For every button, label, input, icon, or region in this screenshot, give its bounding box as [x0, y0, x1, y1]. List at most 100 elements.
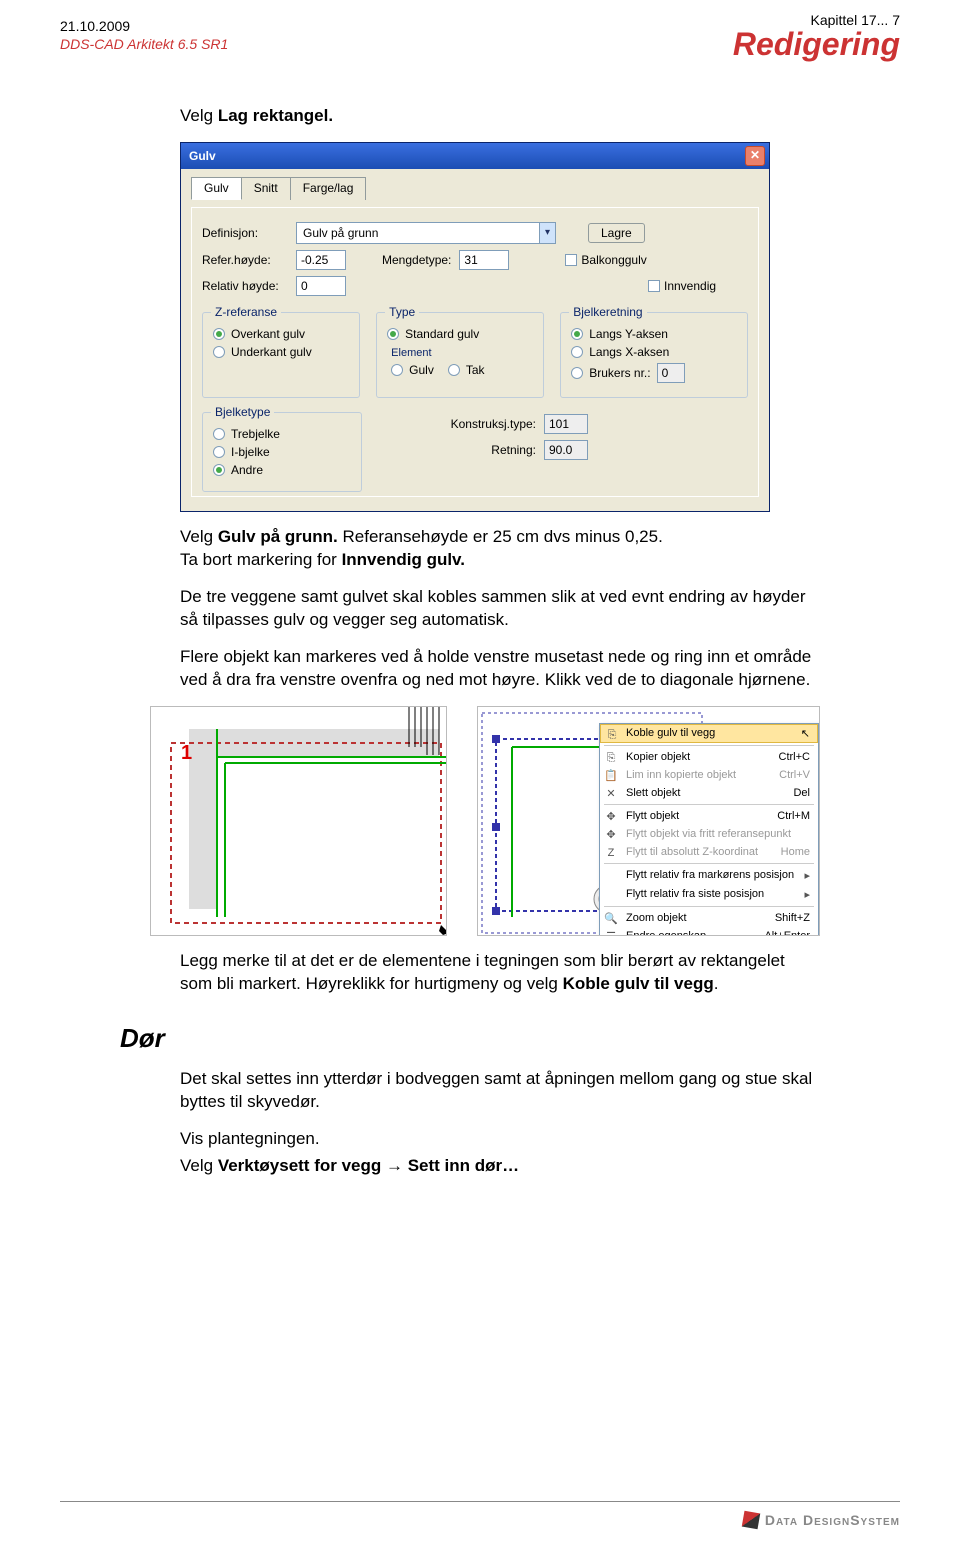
menu-shortcut: Ctrl+V — [779, 769, 810, 781]
input-mengdetype[interactable]: 31 — [459, 250, 509, 270]
radio-icon — [213, 446, 225, 458]
menu-separator — [604, 745, 814, 746]
radio-label: I-bjelke — [231, 445, 270, 459]
menu-label: Flytt til absolutt Z-koordinat — [626, 846, 758, 858]
radio-brukers-nr[interactable]: Brukers nr.: 0 — [571, 363, 737, 383]
menu-item-endre-egenskap[interactable]: ☰ Endre egenskap Alt+Enter — [600, 927, 818, 936]
menu-item-koble-gulv-til-vegg[interactable]: ⎘ Koble gulv til vegg ↖ — [600, 724, 818, 743]
text: Referansehøyde er 25 cm dvs minus 0,25. — [338, 527, 663, 546]
text: . — [714, 974, 719, 993]
menu-item-slett-objekt[interactable]: ✕ Slett objekt Del — [600, 784, 818, 802]
lagre-button[interactable]: Lagre — [588, 223, 645, 243]
para-velg-lag-rektangel: Velg Lag rektangel. — [180, 105, 820, 128]
label-mengdetype: Mengdetype: — [382, 253, 451, 267]
header-title: Redigering — [733, 28, 900, 60]
menu-label: Zoom objekt — [626, 912, 687, 924]
menu-label: Slett objekt — [626, 787, 680, 799]
menu-separator — [604, 804, 814, 805]
text-bold: Gulv på grunn. — [218, 527, 338, 546]
text-bold: Innvendig gulv. — [342, 550, 465, 569]
menu-item-flytt-objekt[interactable]: ✥ Flytt objekt Ctrl+M — [600, 807, 818, 825]
radio-icon — [571, 367, 583, 379]
label-relh: Relativ høyde: — [202, 279, 288, 293]
radio-icon — [213, 328, 225, 340]
menu-label: Flytt objekt via fritt referansepunkt — [626, 828, 791, 840]
radio-label: Underkant gulv — [231, 345, 312, 359]
menu-separator — [604, 906, 814, 907]
menu-shortcut: Ctrl+M — [777, 810, 810, 822]
radio-andre[interactable]: Andre — [213, 463, 351, 477]
radio-element-tak[interactable]: Tak — [448, 363, 485, 377]
chevron-down-icon[interactable]: ▾ — [539, 223, 555, 243]
footer-logo: Data DesignSystem — [743, 1512, 900, 1528]
radio-icon — [448, 364, 460, 376]
move-ref-icon: ✥ — [604, 828, 618, 842]
tab-snitt[interactable]: Snitt — [241, 177, 291, 200]
input-refh[interactable]: -0.25 — [296, 250, 346, 270]
combo-value: Gulv på grunn — [297, 226, 384, 240]
radio-ibjelke[interactable]: I-bjelke — [213, 445, 351, 459]
menu-label: Flytt relativ fra markørens posisjon — [626, 869, 794, 881]
radio-label: Gulv — [409, 363, 434, 377]
svg-text:1: 1 — [181, 742, 192, 764]
checkbox-balkonggulv[interactable]: Balkonggulv — [565, 253, 646, 267]
label-definisjon: Definisjon: — [202, 226, 288, 240]
text-bold: Lag rektangel. — [218, 106, 333, 125]
tab-fargelag[interactable]: Farge/lag — [290, 177, 367, 200]
z-icon: Z — [604, 846, 618, 860]
header-product: DDS-CAD Arkitekt 6.5 SR1 — [60, 36, 228, 52]
chevron-right-icon — [804, 869, 810, 882]
radio-icon — [213, 464, 225, 476]
para-koble-sammen: De tre veggene samt gulvet skal kobles s… — [180, 586, 820, 632]
drawing-svg: 1 2 — [151, 707, 447, 936]
menu-shortcut: Shift+Z — [775, 912, 810, 924]
radio-overkant-gulv[interactable]: Overkant gulv — [213, 327, 349, 341]
menu-item-flytt-rel-siste[interactable]: Flytt relativ fra siste posisjon — [600, 885, 818, 904]
combo-definisjon[interactable]: Gulv på grunn ▾ — [296, 222, 556, 244]
dialog-titlebar[interactable]: Gulv ✕ — [181, 143, 769, 169]
menu-item-flytt-rel-markor[interactable]: Flytt relativ fra markørens posisjon — [600, 866, 818, 885]
radio-standard-gulv[interactable]: Standard gulv — [387, 327, 533, 341]
footer-brand-c: System — [850, 1512, 900, 1528]
link-icon: ⎘ — [605, 728, 619, 742]
input-relh[interactable]: 0 — [296, 276, 346, 296]
close-icon[interactable]: ✕ — [745, 146, 765, 166]
menu-shortcut: Alt+Enter — [764, 930, 810, 936]
tab-gulv[interactable]: Gulv — [191, 177, 242, 200]
menu-item-kopier-objekt[interactable]: ⎘ Kopier objekt Ctrl+C — [600, 748, 818, 766]
menu-label: Endre egenskap — [626, 930, 706, 936]
menu-item-lim-inn: 📋 Lim inn kopierte objekt Ctrl+V — [600, 766, 818, 784]
radio-label: Langs X-aksen — [589, 345, 669, 359]
footer-brand-b: Design — [803, 1512, 850, 1528]
checkbox-innvendig[interactable]: Innvendig — [648, 279, 716, 293]
dialog-gulv: Gulv ✕ Gulv Snitt Farge/lag Definisjon: … — [180, 142, 770, 512]
copy-icon: ⎘ — [604, 751, 618, 765]
radio-langs-y[interactable]: Langs Y-aksen — [571, 327, 737, 341]
menu-item-zoom-objekt[interactable]: 🔍 Zoom objekt Shift+Z — [600, 909, 818, 927]
menu-label: Lim inn kopierte objekt — [626, 769, 736, 781]
radio-label: Trebjelke — [231, 427, 280, 441]
para-gulv-pa-grunn: Velg Gulv på grunn. Referansehøyde er 25… — [180, 526, 820, 572]
radio-icon — [391, 364, 403, 376]
menu-label: Kopier objekt — [626, 751, 690, 763]
menu-item-flytt-z: Z Flytt til absolutt Z-koordinat Home — [600, 843, 818, 861]
dialog-title-text: Gulv — [189, 149, 216, 163]
menu-shortcut: Ctrl+C — [779, 751, 810, 763]
group-legend-zref: Z-referanse — [211, 305, 281, 319]
menu-item-flytt-via-ref: ✥ Flytt objekt via fritt referansepunkt — [600, 825, 818, 843]
text-bold: Koble gulv til vegg — [563, 974, 714, 993]
para-marker-objekter: Flere objekt kan markeres ved å holde ve… — [180, 646, 820, 692]
radio-trebjelke[interactable]: Trebjelke — [213, 427, 351, 441]
radio-underkant-gulv[interactable]: Underkant gulv — [213, 345, 349, 359]
text-bold: Sett inn dør… — [408, 1156, 519, 1175]
radio-label: Overkant gulv — [231, 327, 305, 341]
radio-icon — [571, 346, 583, 358]
footer-brand-a: Data — [765, 1512, 803, 1528]
radio-element-gulv[interactable]: Gulv — [391, 363, 434, 377]
input-brukers-nr[interactable]: 0 — [657, 363, 685, 383]
chevron-right-icon — [804, 888, 810, 901]
menu-separator — [604, 863, 814, 864]
logo-cube-icon — [742, 1511, 761, 1530]
radio-langs-x[interactable]: Langs X-aksen — [571, 345, 737, 359]
input-konstruksj-type: 101 — [544, 414, 588, 434]
